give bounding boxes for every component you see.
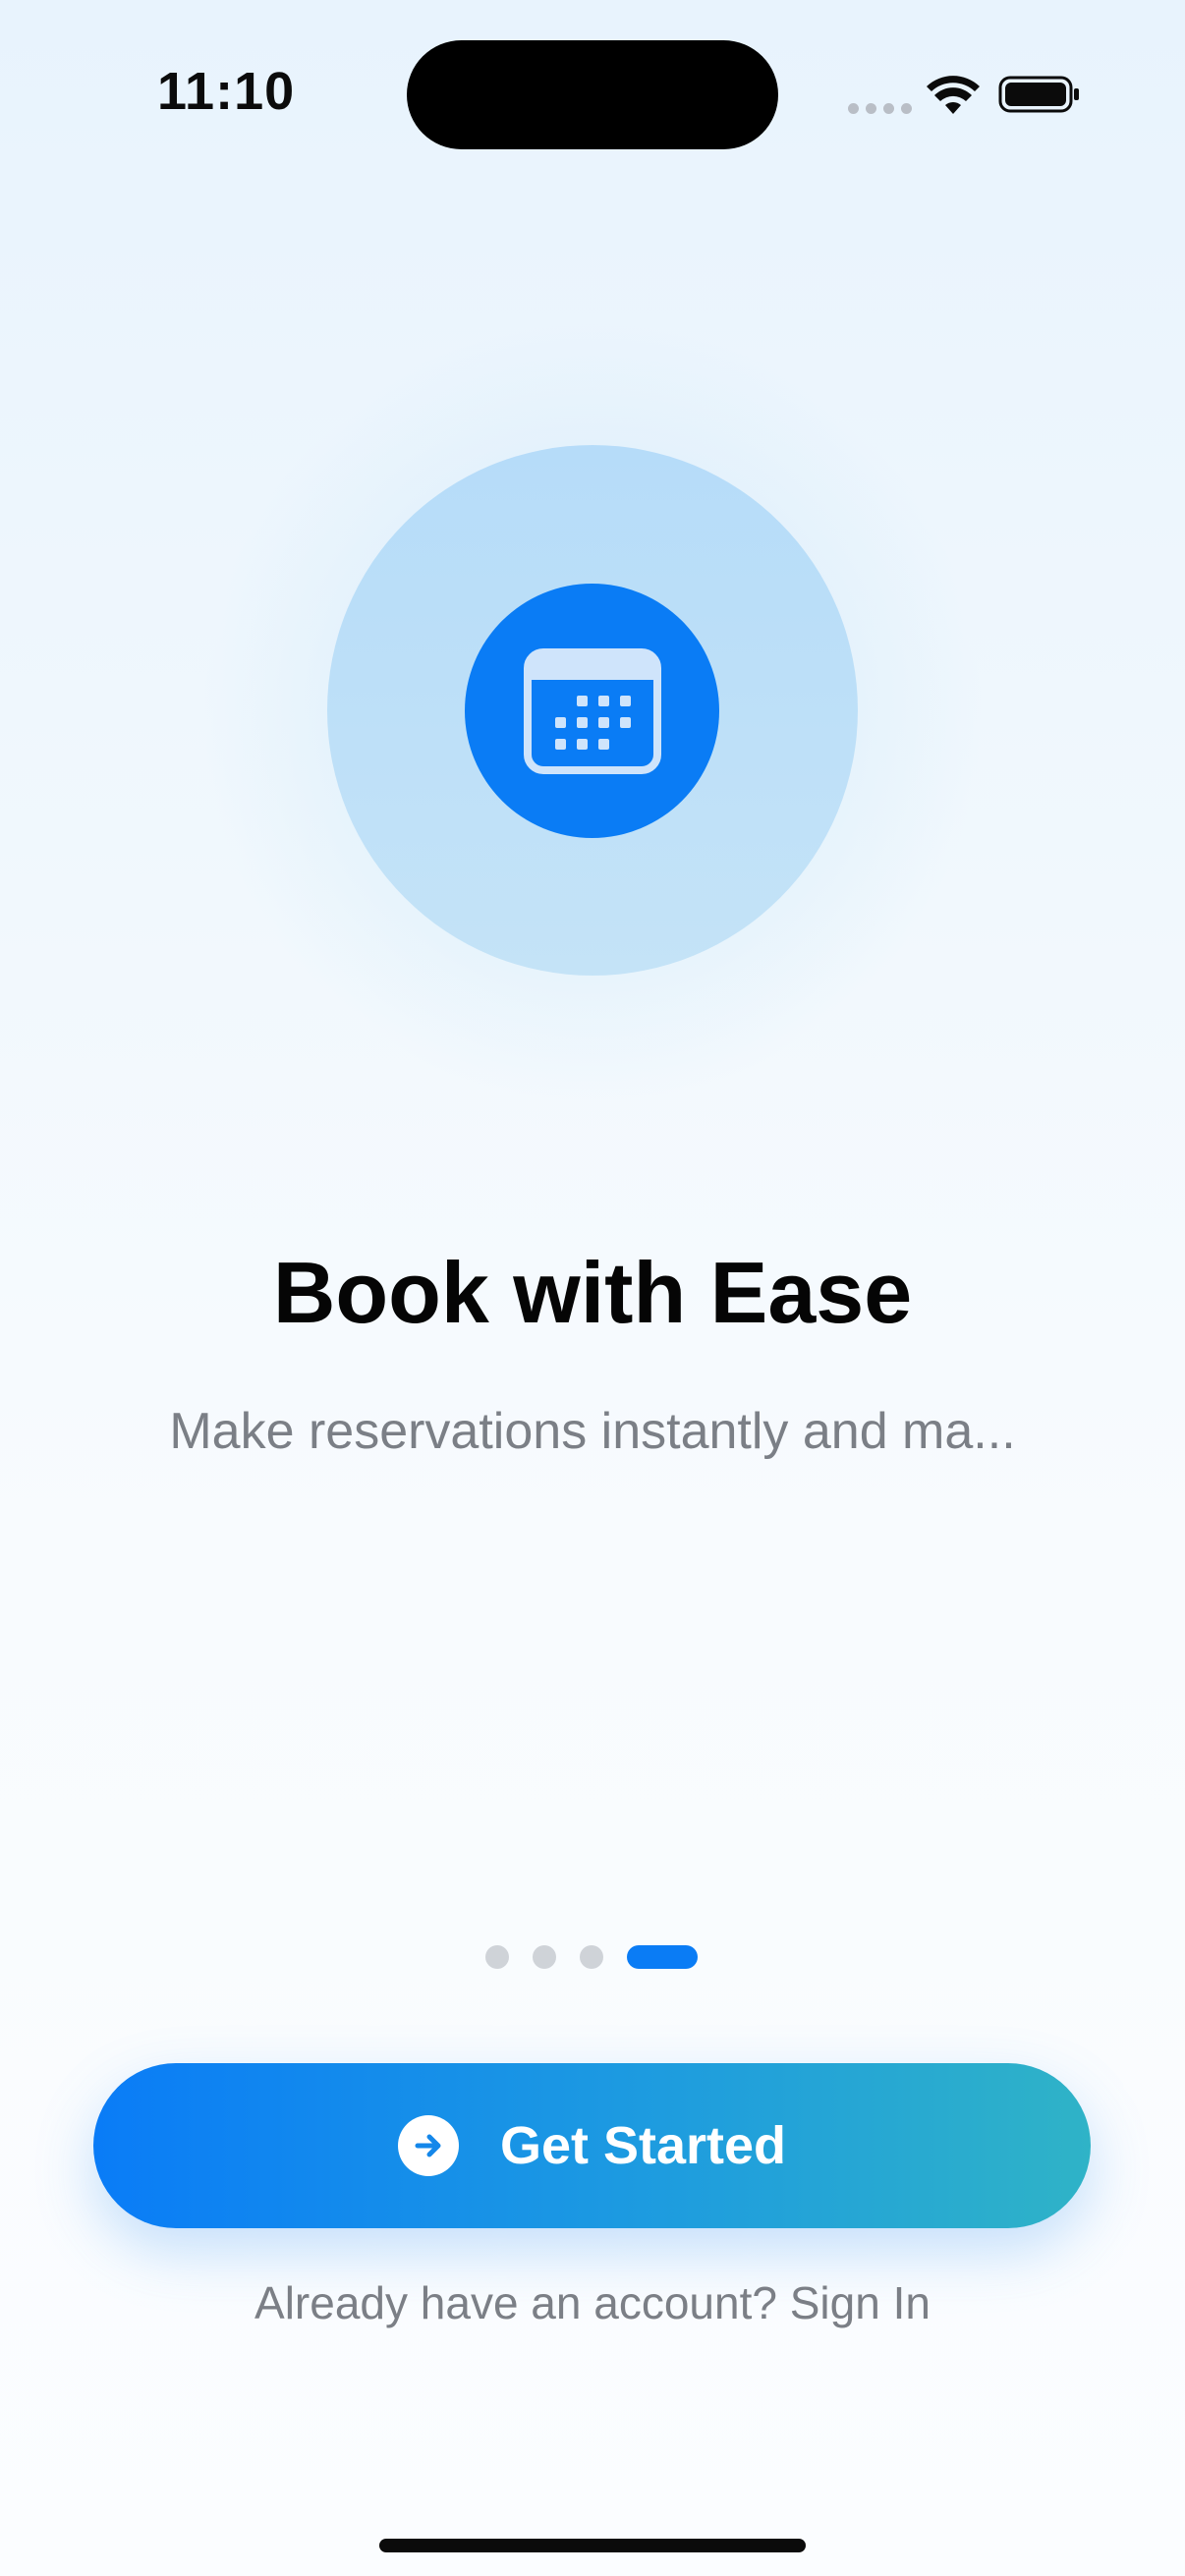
page-dot-3[interactable] [580,1945,603,1969]
page-dot-2[interactable] [533,1945,556,1969]
get-started-button[interactable]: Get Started [93,2063,1091,2228]
page-indicator [485,1945,698,1969]
cellular-signal-icon [848,103,912,114]
calendar-icon [523,647,661,774]
page-dot-1[interactable] [485,1945,509,1969]
sign-in-link[interactable]: Already have an account? Sign In [0,2276,1185,2329]
onboarding-screen: 11:10 Book with Ease Make reservations i… [0,0,1185,2576]
battery-icon [998,76,1079,113]
onboarding-title: Book with Ease [272,1244,913,1341]
get-started-label: Get Started [499,2116,787,2175]
arrow-right-circle-icon [397,2115,459,2176]
hero-icon-badge [465,584,719,838]
onboarding-subtitle: Make reservations instantly and ma... [169,1403,1016,1460]
home-indicator[interactable] [379,2539,806,2552]
page-dot-4-active[interactable] [627,1945,698,1969]
status-time: 11:10 [157,62,296,121]
wifi-icon [927,76,980,114]
dynamic-island [407,40,778,149]
